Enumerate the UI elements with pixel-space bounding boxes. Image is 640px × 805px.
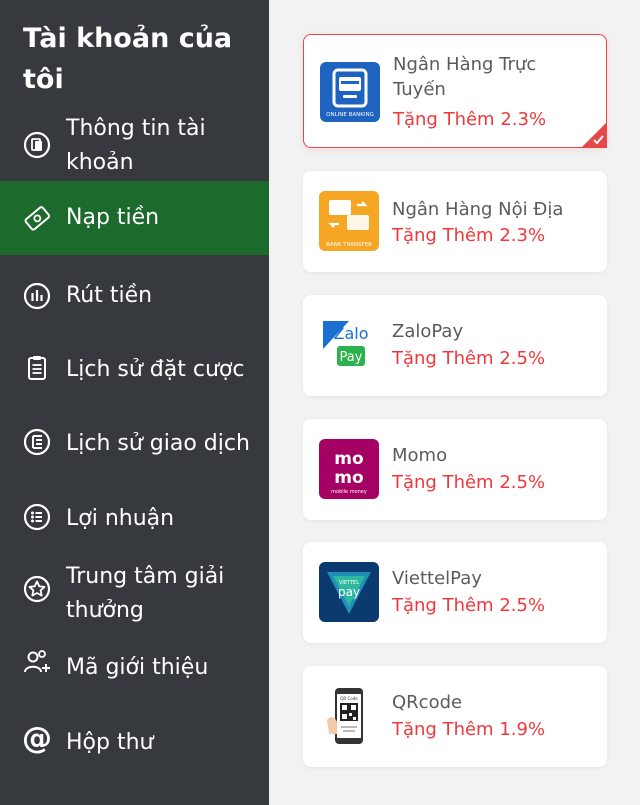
- svg-text:mo: mo: [334, 449, 363, 469]
- method-name: Ngân Hàng Nội Địa: [392, 199, 564, 220]
- sidebar-item-label: Rút tiền: [66, 283, 153, 308]
- sidebar-item-label: Hộp thư: [66, 730, 154, 755]
- method-name: Momo: [392, 445, 448, 466]
- sidebar-item-label: Mã giới thiệu: [66, 655, 209, 680]
- sidebar-title: Tài khoản của tôi: [23, 23, 233, 95]
- transaction-history-icon: [22, 427, 52, 457]
- method-name: QRcode: [392, 692, 463, 713]
- sidebar-item-mailbox[interactable]: @ Hộp thư: [0, 712, 269, 772]
- reward-center-icon: [22, 574, 52, 604]
- profit-icon: [22, 502, 52, 532]
- payment-option-zalopay[interactable]: Zalo Pay ZaloPay Tặng Thêm 2.5%: [303, 295, 607, 396]
- payment-option-domestic-bank[interactable]: BANK TRANSFER Ngân Hàng Nội Địa Tặng Thê…: [303, 171, 607, 272]
- sidebar-item-referral[interactable]: Mã giới thiệu: [0, 640, 269, 698]
- method-name: Ngân Hàng Trực Tuyến: [393, 54, 537, 100]
- online-banking-logo: ONLINE BANKING: [320, 62, 380, 122]
- method-bonus: Tặng Thêm 2.5%: [392, 348, 546, 369]
- mailbox-icon: @: [22, 721, 52, 756]
- svg-text:Pay: Pay: [340, 350, 363, 365]
- deposit-icon: [22, 203, 52, 233]
- bank-transfer-logo-text: BANK TRANSFER: [326, 242, 372, 248]
- svg-text:pay: pay: [338, 585, 360, 599]
- bank-transfer-logo: BANK TRANSFER: [319, 191, 379, 251]
- withdraw-icon: [22, 281, 52, 311]
- sidebar-item-label: Nạp tiền: [66, 205, 160, 230]
- payment-option-qrcode[interactable]: QR Code QRcode Tặng Thêm 1.9%: [303, 666, 607, 767]
- qrcode-logo: QR Code: [319, 686, 379, 746]
- momo-logo: mo mo mobile money: [319, 439, 379, 499]
- method-name: ZaloPay: [392, 321, 464, 342]
- sidebar-item-label: Trung tâm giải thưởng: [66, 564, 225, 623]
- svg-text:mobile money: mobile money: [331, 489, 367, 495]
- referral-icon: [22, 647, 52, 677]
- payment-option-online-banking[interactable]: ONLINE BANKING Ngân Hàng Trực Tuyến Tặng…: [303, 34, 607, 148]
- sidebar-item-account-info[interactable]: Thông tin tài khoản: [0, 110, 269, 180]
- method-bonus: Tặng Thêm 2.3%: [392, 225, 546, 246]
- sidebar-item-label: Thông tin tài khoản: [66, 116, 206, 175]
- method-bonus: Tặng Thêm 2.3%: [393, 109, 547, 130]
- online-banking-logo-text: ONLINE BANKING: [326, 112, 374, 118]
- sidebar-item-label: Lợi nhuận: [66, 506, 175, 531]
- bet-history-icon: [22, 353, 52, 383]
- svg-text:Zalo: Zalo: [334, 324, 369, 343]
- method-name: ViettelPay: [392, 568, 482, 589]
- viettelpay-logo: VIETTEL pay: [319, 562, 379, 622]
- sidebar-item-deposit[interactable]: Nạp tiền: [0, 181, 269, 255]
- sidebar-item-reward-center[interactable]: Trung tâm giải thưởng: [0, 558, 269, 630]
- payment-option-viettelpay[interactable]: VIETTEL pay ViettelPay Tặng Thêm 2.5%: [303, 542, 607, 643]
- method-bonus: Tặng Thêm 1.9%: [392, 719, 546, 740]
- selected-check-icon: [581, 122, 607, 148]
- account-info-icon: [22, 130, 52, 160]
- zalopay-logo: Zalo Pay: [319, 315, 379, 375]
- method-bonus: Tặng Thêm 2.5%: [392, 595, 546, 616]
- svg-text:QR Code: QR Code: [340, 696, 358, 701]
- payment-option-momo[interactable]: mo mo mobile money Momo Tặng Thêm 2.5%: [303, 419, 607, 520]
- sidebar-item-transaction-history[interactable]: Lịch sử giao dịch: [0, 414, 269, 474]
- sidebar-item-profit[interactable]: Lợi nhuận: [0, 488, 269, 548]
- sidebar-item-label: Lịch sử đặt cược: [66, 357, 245, 382]
- sidebar: Tài khoản của tôi Thông tin tài khoản Nạ…: [0, 0, 269, 805]
- method-bonus: Tặng Thêm 2.5%: [392, 472, 546, 493]
- sidebar-item-withdraw[interactable]: Rút tiền: [0, 266, 269, 326]
- svg-text:mo: mo: [334, 468, 363, 488]
- sidebar-item-bet-history[interactable]: Lịch sử đặt cược: [0, 340, 269, 400]
- sidebar-item-label: Lịch sử giao dịch: [66, 431, 250, 456]
